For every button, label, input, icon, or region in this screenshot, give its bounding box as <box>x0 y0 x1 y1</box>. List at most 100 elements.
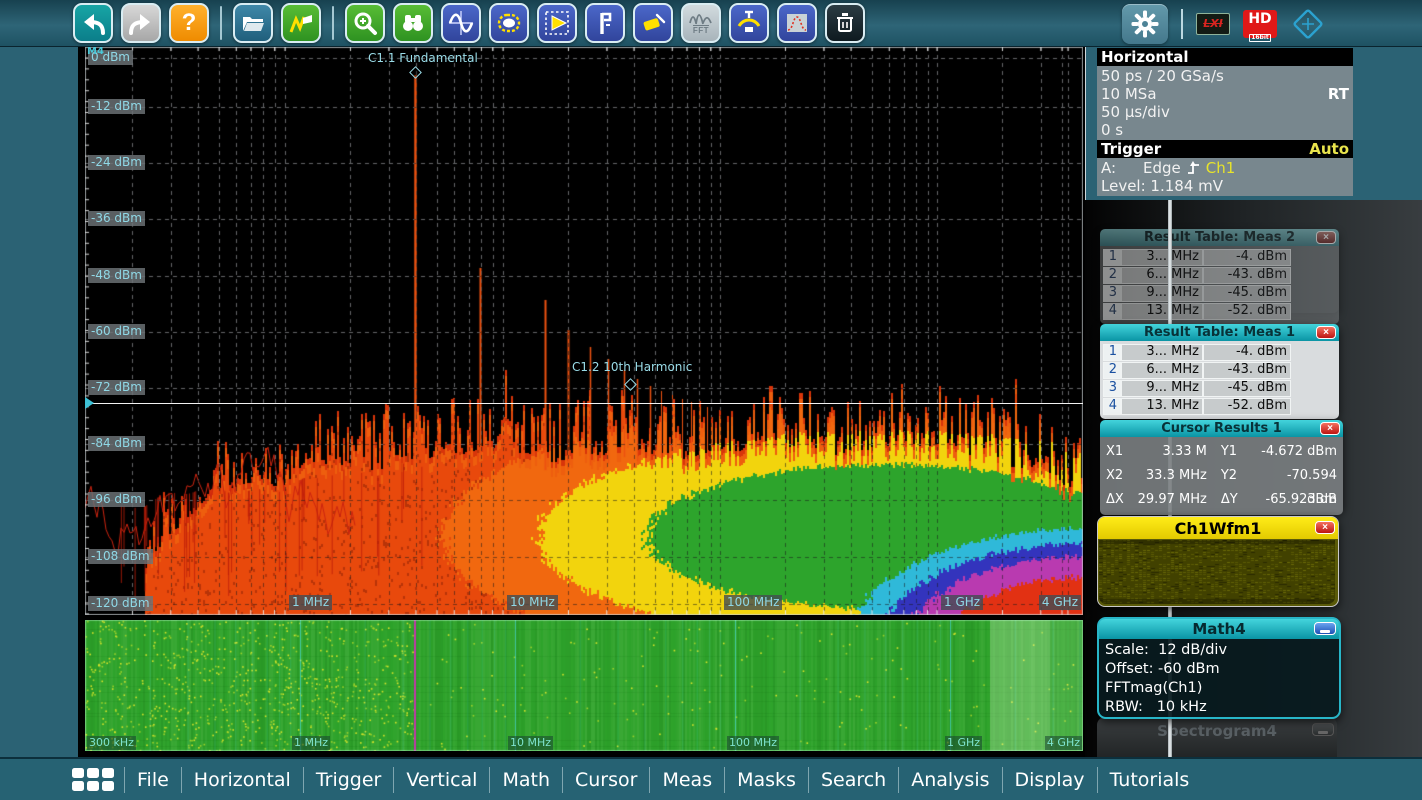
lxi-badge: LXI <box>1196 13 1230 35</box>
delete-button[interactable] <box>825 3 865 43</box>
histogram-button[interactable] <box>777 3 817 43</box>
hd-16bit-label: 16bit <box>1249 34 1271 42</box>
position-row: 0 s <box>1101 121 1349 139</box>
menu-item-search[interactable]: Search <box>809 769 898 791</box>
toolbar-separator <box>332 6 334 40</box>
y-axis-label: -12 dBm <box>88 99 145 114</box>
math4-minimize-button[interactable] <box>1314 622 1336 635</box>
spectrogram4-minimize-button[interactable] <box>1312 723 1334 736</box>
fft-diagram: M4 C1.1 Fundamental C1.2 10th Harmonic 0… <box>85 47 1083 615</box>
ch1wfm1-close-button[interactable]: × <box>1315 521 1335 534</box>
redo-button[interactable] <box>121 3 161 43</box>
menu-item-cursor[interactable]: Cursor <box>563 769 649 791</box>
rs-logo <box>1290 6 1326 42</box>
menu-item-trigger[interactable]: Trigger <box>304 769 394 791</box>
cursor-cell: -65.923 dB <box>1258 488 1337 512</box>
search-button[interactable] <box>393 3 433 43</box>
menu-item-meas[interactable]: Meas <box>650 769 724 791</box>
trigger-source-row: A: Edge Ch1 <box>1101 159 1349 177</box>
menu-item-display[interactable]: Display <box>1003 769 1097 791</box>
menu-item-analysis[interactable]: Analysis <box>899 769 1001 791</box>
menu-item-tutorials[interactable]: Tutorials <box>1098 769 1202 791</box>
level-cell: -4. dBm <box>1203 249 1291 266</box>
open-file-button[interactable] <box>233 3 273 43</box>
caliper-icon <box>591 9 619 37</box>
cursor-close-button[interactable]: × <box>1320 422 1340 435</box>
mask-test-button[interactable] <box>729 3 769 43</box>
diagram-tab-label[interactable]: M4 <box>87 46 104 57</box>
table-row[interactable]: 26... MHz-43. dBm <box>1103 362 1339 379</box>
cursor-row: X13.33 MY1-4.672 dBm <box>1106 440 1337 464</box>
spectrogram-x-label: 10 MHz <box>508 736 553 750</box>
menu-item-masks[interactable]: Masks <box>725 769 808 791</box>
math4-offset: Offset: -60 dBm <box>1105 660 1333 679</box>
table-row[interactable]: 39... MHz-45. dBm <box>1103 380 1339 397</box>
apps-grid-icon[interactable] <box>72 768 114 791</box>
table-row[interactable]: 13... MHz-4. dBm <box>1103 344 1339 361</box>
y-axis-label: -36 dBm <box>88 211 145 226</box>
trash-icon <box>831 9 859 37</box>
histogram-curve-icon <box>783 9 811 37</box>
math4-rbw: RBW: 10 kHz <box>1105 698 1333 717</box>
row-index-cell: 2 <box>1103 267 1121 284</box>
trigger-header[interactable]: Trigger Auto <box>1097 140 1353 158</box>
y-axis-label: -108 dBm <box>88 549 153 564</box>
ch1wfm1-header[interactable]: Ch1Wfm1 × <box>1098 517 1338 539</box>
menu-item-math[interactable]: Math <box>490 769 562 791</box>
cursor-header[interactable]: Cursor Results 1 × <box>1100 420 1343 437</box>
edge-trigger-icon <box>1187 161 1202 176</box>
play-region-icon <box>543 9 571 37</box>
meas2-title: Result Table: Meas 2 <box>1144 230 1295 245</box>
math-waveform-button[interactable] <box>441 3 481 43</box>
spectrogram4-minimized-panel[interactable]: Spectrogram4 <box>1097 717 1337 757</box>
spectrogram-x-label: 100 MHz <box>727 736 779 750</box>
signal-marker-icon <box>287 9 315 37</box>
menu-item-horizontal[interactable]: Horizontal <box>182 769 303 791</box>
row-index-cell: 4 <box>1103 303 1121 320</box>
table-row[interactable]: 39... MHz-45. dBm <box>1103 285 1339 302</box>
measure-button[interactable] <box>585 3 625 43</box>
undo-icon <box>79 9 107 37</box>
fft-button[interactable]: FFT <box>681 3 721 43</box>
trigger-body: A: Edge Ch1 Level: 1.184 mV <box>1097 158 1353 196</box>
frequency-cell: 9... MHz <box>1121 380 1203 397</box>
table-row[interactable]: 413. MHz-52. dBm <box>1103 303 1339 320</box>
x-axis-label: 1 GHz <box>941 595 983 610</box>
row-index-cell: 2 <box>1103 362 1121 379</box>
undo-button[interactable] <box>73 3 113 43</box>
menu-item-file[interactable]: File <box>125 769 181 791</box>
settings-button[interactable] <box>1122 4 1168 44</box>
zoom-button[interactable] <box>345 3 385 43</box>
meas1-header[interactable]: Result Table: Meas 1 × <box>1100 324 1339 341</box>
horizontal-header[interactable]: Horizontal <box>1097 48 1353 66</box>
zoom-area-button[interactable] <box>537 3 577 43</box>
fft-spectrum-canvas[interactable] <box>85 47 1083 615</box>
row-index-cell: 4 <box>1103 398 1121 415</box>
cursor-horizontal-line[interactable] <box>85 403 1083 404</box>
spectrogram-canvas[interactable] <box>85 620 1083 751</box>
meas1-close-button[interactable]: × <box>1316 326 1336 339</box>
y-axis-label: -120 dBm <box>88 596 153 611</box>
meas2-header[interactable]: Result Table: Meas 2 × <box>1100 229 1339 246</box>
table-row[interactable]: 13... MHz-4. dBm <box>1103 249 1339 266</box>
label-tag-button[interactable] <box>633 3 673 43</box>
mask-button[interactable] <box>489 3 529 43</box>
cursor-cell: Y2 <box>1207 464 1259 488</box>
trigger-source-channel: Ch1 <box>1206 159 1236 177</box>
math4-body: Scale: 12 dB/div Offset: -60 dBm FFTmag(… <box>1099 639 1339 719</box>
spectrogram-diagram: 300 kHz1 MHz10 MHz100 MHz1 GHz4 GHz <box>85 620 1083 751</box>
trigger-mode: Auto <box>1309 140 1349 158</box>
reference-level-arrow[interactable] <box>85 397 94 409</box>
help-button[interactable]: ? <box>169 3 209 43</box>
math4-header[interactable]: Math4 <box>1099 619 1339 639</box>
annotate-signal-button[interactable] <box>281 3 321 43</box>
ch1wfm1-thumbnail-canvas[interactable] <box>1099 540 1335 604</box>
annotation-fundamental: C1.1 Fundamental <box>368 51 478 65</box>
meas2-close-button[interactable]: × <box>1316 231 1336 244</box>
table-row[interactable]: 26... MHz-43. dBm <box>1103 267 1339 284</box>
toolbar-separator <box>220 6 222 40</box>
hd-badge: HD 16bit <box>1243 10 1277 38</box>
menu-item-vertical[interactable]: Vertical <box>394 769 489 791</box>
table-row[interactable]: 413. MHz-52. dBm <box>1103 398 1339 415</box>
cursor-cell: -4.672 dBm <box>1258 440 1337 464</box>
